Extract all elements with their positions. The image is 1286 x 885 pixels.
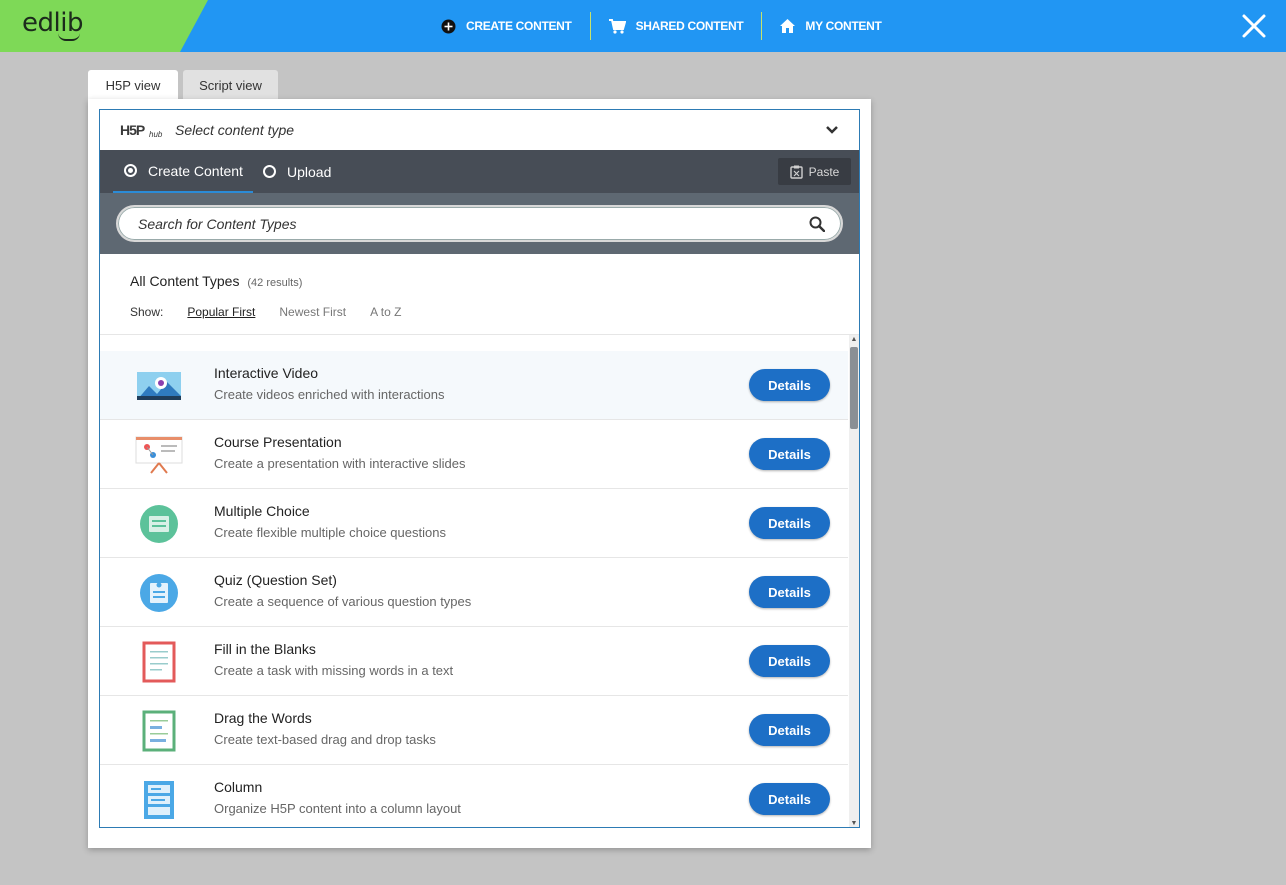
editor-panel: H5P hub Select content type Create Conte… (88, 99, 871, 848)
item-title: Drag the Words (214, 710, 312, 726)
item-description: Organize H5P content into a column layou… (214, 801, 461, 816)
item-description: Create a presentation with interactive s… (214, 456, 466, 471)
details-button[interactable]: Details (749, 783, 830, 815)
scroll-up-icon[interactable]: ▲ (850, 335, 858, 345)
plus-circle-icon (441, 19, 456, 34)
nav-shared-content-label: SHARED CONTENT (635, 19, 744, 33)
item-description: Create text-based drag and drop tasks (214, 732, 436, 747)
item-title: Quiz (Question Set) (214, 572, 337, 588)
multiple-choice-icon (134, 503, 184, 545)
h5p-hub-logo: H5P hub (120, 122, 163, 139)
fill-blanks-icon (134, 641, 184, 683)
details-button[interactable]: Details (749, 645, 830, 677)
item-description: Create a sequence of various question ty… (214, 594, 472, 609)
column-icon (134, 779, 184, 821)
nav-create-content[interactable]: CREATE CONTENT (441, 0, 572, 52)
item-description: Create a task with missing words in a te… (214, 663, 454, 678)
close-icon[interactable] (1240, 12, 1268, 40)
nav-shared-content[interactable]: SHARED CONTENT (608, 0, 744, 52)
search-input[interactable] (138, 215, 778, 232)
details-button[interactable]: Details (749, 576, 830, 608)
results-count: (42 results) (247, 277, 303, 289)
item-description: Create flexible multiple choice question… (214, 525, 446, 540)
show-label: Show: (130, 305, 164, 319)
list-scrollbar[interactable]: ▲ ▼ (849, 335, 859, 827)
details-button[interactable]: Details (749, 507, 830, 539)
radio-selected-icon (124, 164, 137, 177)
radio-unselected-icon (263, 165, 276, 178)
sort-newest-first[interactable]: Newest First (279, 305, 346, 319)
nav-divider (761, 12, 763, 40)
h5p-logo-text: H5P (120, 122, 145, 138)
details-button[interactable]: Details (749, 369, 830, 401)
sort-options: Show: Popular First Newest First A to Z (130, 305, 401, 319)
item-description: Create videos enriched with interactions (214, 387, 445, 402)
home-icon (780, 19, 796, 33)
list-item[interactable]: Multiple Choice Create flexible multiple… (100, 489, 848, 558)
list-item[interactable]: Interactive Video Create videos enriched… (100, 351, 848, 420)
item-title: Column (214, 779, 263, 795)
search-box (116, 205, 843, 242)
list-item[interactable]: Fill in the Blanks Create a task with mi… (100, 627, 848, 696)
list-item[interactable]: Drag the Words Create text-based drag an… (100, 696, 848, 765)
sort-a-to-z[interactable]: A to Z (370, 305, 401, 319)
results-title: All Content Types (42 results) (130, 273, 302, 289)
tab-create-content[interactable]: Create Content (113, 150, 253, 193)
clipboard-icon (789, 165, 803, 179)
nav-my-content[interactable]: MY CONTENT (780, 0, 882, 52)
nav-create-content-label: CREATE CONTENT (466, 19, 572, 33)
interactive-video-icon (134, 365, 184, 407)
drag-words-icon (134, 710, 184, 752)
select-content-type-title: Select content type (175, 122, 295, 138)
tab-script-view[interactable]: Script view (183, 70, 278, 100)
hub-tab-bar: Create Content Upload Paste (100, 150, 859, 193)
hub-header[interactable]: H5P hub Select content type (100, 110, 859, 150)
item-title: Interactive Video (214, 365, 319, 381)
paste-button[interactable]: Paste (778, 158, 851, 185)
details-button[interactable]: Details (749, 714, 830, 746)
item-title: Fill in the Blanks (214, 641, 316, 657)
results-header: All Content Types (42 results) Show: Pop… (100, 254, 859, 335)
tab-create-content-label: Create Content (148, 162, 243, 179)
course-presentation-icon (134, 434, 184, 476)
chevron-down-icon[interactable] (825, 123, 839, 141)
main-nav: CREATE CONTENT SHARED CONTENT MY CONTENT (441, 0, 882, 52)
scrollbar-thumb[interactable] (850, 347, 858, 429)
details-button[interactable]: Details (749, 438, 830, 470)
h5p-logo-sub: hub (149, 130, 163, 139)
paste-button-label: Paste (808, 164, 840, 179)
results-title-text: All Content Types (130, 273, 240, 289)
question-set-icon (134, 572, 184, 614)
tab-upload[interactable]: Upload (263, 150, 331, 193)
top-bar: edlib CREATE CONTENT SHARED CONTENT MY C… (0, 0, 1286, 52)
list-item[interactable]: Column Organize H5P content into a colum… (100, 765, 848, 827)
item-title: Multiple Choice (214, 503, 310, 519)
scroll-down-icon[interactable]: ▼ (850, 819, 858, 827)
nav-divider (589, 12, 591, 40)
content-type-list: Interactive Video Create videos enriched… (100, 351, 848, 827)
search-area (100, 193, 859, 254)
cart-icon (608, 18, 626, 34)
logo[interactable]: edlib (0, 0, 210, 52)
tab-upload-label: Upload (287, 163, 332, 180)
search-icon[interactable] (809, 216, 826, 237)
nav-my-content-label: MY CONTENT (805, 19, 882, 33)
tab-h5p-view[interactable]: H5P view (88, 70, 178, 100)
h5p-hub: H5P hub Select content type Create Conte… (99, 109, 860, 828)
sort-popular-first[interactable]: Popular First (187, 305, 255, 319)
list-item[interactable]: Course Presentation Create a presentatio… (100, 420, 848, 489)
list-item[interactable]: Quiz (Question Set) Create a sequence of… (100, 558, 848, 627)
item-title: Course Presentation (214, 434, 342, 450)
